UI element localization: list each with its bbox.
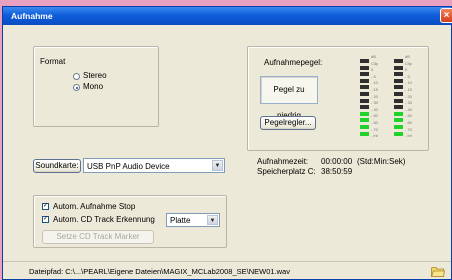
level-label: Aufnahmepegel: xyxy=(264,58,323,67)
level-scale-label: - 15 xyxy=(371,87,378,92)
level-scale-label: - 20 xyxy=(405,93,412,99)
level-meter-segment xyxy=(360,98,369,103)
level-meters: dB Clip 0- 5- 10- 15- 20- 30- 40- 50- 60- … xyxy=(352,54,422,149)
window-title: Aufnahme xyxy=(11,11,53,21)
level-scale-label: - inf xyxy=(405,133,412,139)
level-scale-label: - 40 xyxy=(405,106,412,112)
cd-track-label[interactable]: Autom. CD Track Erkennung xyxy=(53,215,155,224)
level-meter-segment xyxy=(394,78,403,83)
title-bar: Aufnahme × xyxy=(3,7,452,25)
soundcard-button-label[interactable]: Soundkarte: xyxy=(35,161,78,170)
level-meter-segment xyxy=(394,72,403,77)
level-control-label[interactable]: Pegelregler... xyxy=(264,118,311,127)
level-meter-segment xyxy=(360,118,369,123)
level-scale-label: 0 xyxy=(405,67,408,73)
level-scale-label: dB xyxy=(405,54,410,59)
level-scale-label: - 40 xyxy=(371,106,378,112)
level-meter-segment xyxy=(394,85,403,90)
auto-stop-checkbox[interactable]: ✓ xyxy=(42,203,49,210)
level-scale-label: - inf xyxy=(371,133,378,139)
format-group: Format Stereo Mono xyxy=(33,46,159,127)
level-scale-label: - 70 xyxy=(371,126,378,132)
level-group: Aufnahmepegel: Pegel zu niedrig Pegelreg… xyxy=(247,46,429,151)
cd-track-mode-select[interactable]: Platte ▼ xyxy=(166,213,220,227)
recording-dialog: Aufnahme × Format Stereo Mono Aufnahmepe… xyxy=(2,6,452,280)
level-meter-segment xyxy=(360,125,369,129)
soundcard-select[interactable]: USB PnP Audio Device ▼ xyxy=(83,158,225,173)
radio-stereo-control[interactable] xyxy=(73,73,80,80)
level-scale-label: Clip xyxy=(371,60,378,66)
level-meter-segment xyxy=(360,85,369,90)
disk-space-label: Speicherplatz C: xyxy=(257,167,316,176)
level-scale-label: 0 xyxy=(371,67,374,73)
level-scale-label: - 15 xyxy=(405,87,412,92)
level-meter-segment xyxy=(394,59,403,63)
chevron-down-icon[interactable]: ▼ xyxy=(212,160,223,171)
level-scale-label: Clip xyxy=(405,60,412,66)
level-meter-segment xyxy=(360,105,369,110)
level-scale-label: - 5 xyxy=(405,73,410,79)
soundcard-value: USB PnP Audio Device xyxy=(87,162,170,171)
level-meter-segment xyxy=(394,65,403,70)
level-control-button[interactable]: Pegelregler... xyxy=(260,116,316,130)
level-scale-label: - 10 xyxy=(405,80,412,86)
close-button[interactable]: × xyxy=(440,8,452,23)
cd-track-mode-value: Platte xyxy=(170,216,191,225)
level-meter-segment xyxy=(360,131,369,136)
level-status-display: Pegel zu niedrig xyxy=(260,76,318,120)
footer-divider xyxy=(3,261,451,262)
radio-mono-control[interactable] xyxy=(73,84,80,91)
level-meter-segment xyxy=(360,59,369,63)
folder-icon[interactable] xyxy=(431,266,445,277)
level-scale-label: - 60 xyxy=(405,120,412,125)
level-meter-left xyxy=(360,59,369,138)
level-meter-segment xyxy=(360,78,369,83)
auto-stop-label[interactable]: Autom. Aufnahme Stop xyxy=(53,202,135,211)
disk-space-value: 38:50:59 xyxy=(321,167,353,176)
options-group: ✓ Autom. Aufnahme Stop ✓ Autom. CD Track… xyxy=(33,195,227,248)
radio-stereo-label[interactable]: Stereo xyxy=(83,71,107,80)
chevron-down-icon[interactable]: ▼ xyxy=(207,215,218,225)
file-path: Dateipfad: C:\...\PEARL\Eigene Dateien\M… xyxy=(29,267,290,276)
level-scale-label: - 60 xyxy=(371,120,378,125)
level-meter-segment xyxy=(360,111,369,116)
format-label: Format xyxy=(40,57,66,66)
level-meter-segment xyxy=(360,72,369,77)
set-marker-button[interactable]: Setze CD Track Marker xyxy=(42,230,154,244)
level-meter-segment xyxy=(394,98,403,103)
set-marker-label[interactable]: Setze CD Track Marker xyxy=(56,232,139,241)
level-scale-label: - 70 xyxy=(405,126,412,132)
level-scale-label: - 30 xyxy=(371,100,378,106)
level-meter-segment xyxy=(360,92,369,96)
level-scale-label: - 10 xyxy=(371,80,378,86)
level-meter-segment xyxy=(360,65,369,70)
level-meter-segment xyxy=(394,118,403,123)
level-scale-label: - 30 xyxy=(405,100,412,106)
level-status-text: Pegel zu niedrig xyxy=(273,85,305,120)
level-meter-segment xyxy=(394,92,403,96)
recording-time-value: 00:00:00 xyxy=(321,157,353,166)
level-meter-segment xyxy=(394,131,403,136)
level-scale-label: - 20 xyxy=(371,93,378,99)
level-meter-segment xyxy=(394,125,403,129)
level-scale-label: dB xyxy=(371,54,376,59)
soundcard-button[interactable]: Soundkarte: xyxy=(33,159,81,173)
cd-track-checkbox[interactable]: ✓ xyxy=(42,216,49,223)
level-meter-right xyxy=(394,59,403,138)
recording-time-unit: (Std:Min:Sek) xyxy=(357,157,406,166)
level-meter-segment xyxy=(394,105,403,110)
level-scale-label: - 50 xyxy=(405,113,412,119)
recording-time-label: Aufnahmezeit: xyxy=(257,157,309,166)
level-scale-label: - 5 xyxy=(371,73,376,79)
radio-mono-label[interactable]: Mono xyxy=(83,82,103,91)
level-meter-segment xyxy=(394,111,403,116)
level-scale-label: - 50 xyxy=(371,113,378,119)
